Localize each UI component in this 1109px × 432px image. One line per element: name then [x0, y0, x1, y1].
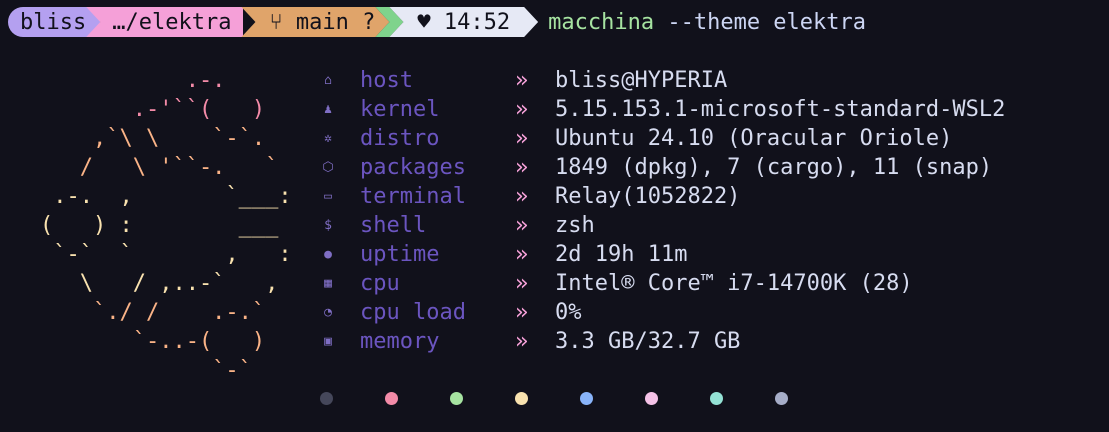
home-icon: ⌂ [324, 73, 332, 88]
ascii-line: \ / ,..-` , [40, 269, 292, 298]
info-row-cpu: ▦ cpu » Intel® Core™ i7-14700K (28) [316, 269, 1005, 298]
ascii-line: ,`\ \ `-`. [40, 124, 292, 153]
info-key: terminal [360, 184, 466, 209]
ascii-line: .-. , `___: [40, 182, 292, 211]
info-key: memory [360, 329, 440, 354]
info-value: Ubuntu 24.10 (Oracular Oriole) [555, 126, 953, 151]
ascii-segment: ,`\ \ `-`. [40, 126, 266, 151]
info-row-kernel: ♟ kernel » 5.15.153.1-microsoft-standard-WS… [316, 95, 1005, 124]
ascii-segment: / \ '``-. ` [40, 155, 279, 180]
info-row-terminal: ▭ terminal » Relay(1052822) [316, 182, 1005, 211]
ascii-segment: `-..-( ) [40, 329, 266, 354]
info-row-packages: ⬡ packages » 1849 (dpkg), 7 (cargo), 11 (sn… [316, 153, 1005, 182]
prompt-git-branch: main ? [295, 9, 376, 35]
prompt-path-segment: …/elektra [86, 7, 244, 37]
ascii-line: .-. [40, 66, 292, 95]
info-separator: » [515, 242, 529, 267]
ascii-line: `-` [40, 356, 292, 385]
info-value: Relay(1052822) [555, 184, 741, 209]
info-value: 2d 19h 11m [555, 242, 688, 267]
info-key: cpu [360, 271, 400, 296]
info-key: uptime [360, 242, 440, 267]
command-line[interactable]: macchina --theme elektra [548, 10, 866, 35]
info-separator: » [515, 97, 529, 122]
memory-icon: ▣ [324, 334, 332, 349]
ascii-line: / \ '``-. ` [40, 153, 292, 182]
ascii-line: `-..-( ) [40, 327, 292, 356]
info-value: zsh [555, 213, 595, 238]
prompt-time: 14:52 [443, 9, 511, 35]
shield-icon: ♥ [417, 9, 444, 35]
info-separator: » [515, 155, 529, 180]
command-program: macchina [548, 9, 655, 35]
info-row-uptime: ● uptime » 2d 19h 11m [316, 240, 1005, 269]
ascii-line: ( ) : ___ [40, 211, 292, 240]
ascii-segment: \ / ,..-` , [40, 271, 279, 296]
chip-icon: ▦ [324, 276, 332, 291]
info-key: distro [360, 126, 440, 151]
prompt-path: …/elektra [112, 9, 232, 35]
cube-icon: ⬡ [322, 160, 334, 175]
ascii-logo: .-. .-'``( ) ,`\ \ `-`. / \ '``-. ` .-. … [40, 66, 292, 385]
info-value: 5.15.153.1-microsoft-standard-WSL2 [555, 97, 1006, 122]
ascii-segment: .-'``( ) [40, 97, 266, 122]
ascii-segment: `-` [40, 358, 252, 383]
info-value: 1849 (dpkg), 7 (cargo), 11 (snap) [555, 155, 993, 180]
info-key: host [360, 68, 413, 93]
info-value: bliss@HYPERIA [555, 68, 728, 93]
ascii-segment: .-. , `___: [40, 184, 292, 209]
ascii-line: .-'``( ) [40, 95, 292, 124]
dollar-icon: $ [324, 218, 332, 233]
info-separator: » [515, 300, 529, 325]
info-value: 0% [555, 300, 582, 325]
palette-dot [580, 392, 593, 405]
palette-dot [710, 392, 723, 405]
info-row-distro: ✲ distro » Ubuntu 24.10 (Oracular Oriole) [316, 124, 1005, 153]
ascii-segment: ( ) : ___ [40, 213, 279, 238]
palette-dot [515, 392, 528, 405]
clock-icon: ● [324, 247, 332, 262]
info-row-memory: ▣ memory » 3.3 GB/32.7 GB [316, 327, 1005, 356]
color-palette [320, 392, 840, 405]
system-info-list: ⌂ host » bliss@HYPERIA ♟ kernel » 5.15.153.1-mi… [316, 66, 1005, 356]
palette-dot [320, 392, 333, 405]
palette-dot [385, 392, 398, 405]
terminal-icon: ▭ [324, 189, 332, 204]
info-value: Intel® Core™ i7-14700K (28) [555, 271, 913, 296]
info-separator: » [515, 68, 529, 93]
info-row-host: ⌂ host » bliss@HYPERIA [316, 66, 1005, 95]
penguin-icon: ♟ [324, 102, 332, 117]
info-key: packages [360, 155, 466, 180]
shell-prompt: bliss …/elektra ⑂ main ? ♥ 14:52 macchin… [8, 7, 866, 37]
prompt-user: bliss [20, 9, 87, 35]
ascii-line: `./ / .-.` [40, 298, 292, 327]
gauge-icon: ◔ [324, 305, 332, 320]
ascii-line: `-` ` , : [40, 240, 292, 269]
info-row-shell: $ shell » zsh [316, 211, 1005, 240]
ascii-segment: `./ / .-.` [40, 300, 266, 325]
info-key: shell [360, 213, 427, 238]
info-key: kernel [360, 97, 440, 122]
info-separator: » [515, 271, 529, 296]
prompt-git-segment: ⑂ main ? [241, 7, 389, 37]
palette-dot [450, 392, 463, 405]
palette-dot [645, 392, 658, 405]
info-row-cpu-load: ◔ cpu load » 0% [316, 298, 1005, 327]
gear-icon: ✲ [324, 131, 332, 146]
info-value: 3.3 GB/32.7 GB [555, 329, 741, 354]
ascii-segment: `-` ` , : [40, 242, 292, 267]
info-key: cpu load [360, 300, 466, 325]
command-args: --theme elektra [667, 9, 867, 35]
info-separator: » [515, 184, 529, 209]
git-branch-icon: ⑂ [269, 9, 296, 35]
ascii-segment: .-. [40, 68, 226, 93]
prompt-time-segment: ♥ 14:52 [389, 7, 538, 37]
info-separator: » [515, 126, 529, 151]
palette-dot [775, 392, 788, 405]
prompt-user-segment: bliss [8, 7, 101, 37]
info-separator: » [515, 329, 529, 354]
info-separator: » [515, 213, 529, 238]
